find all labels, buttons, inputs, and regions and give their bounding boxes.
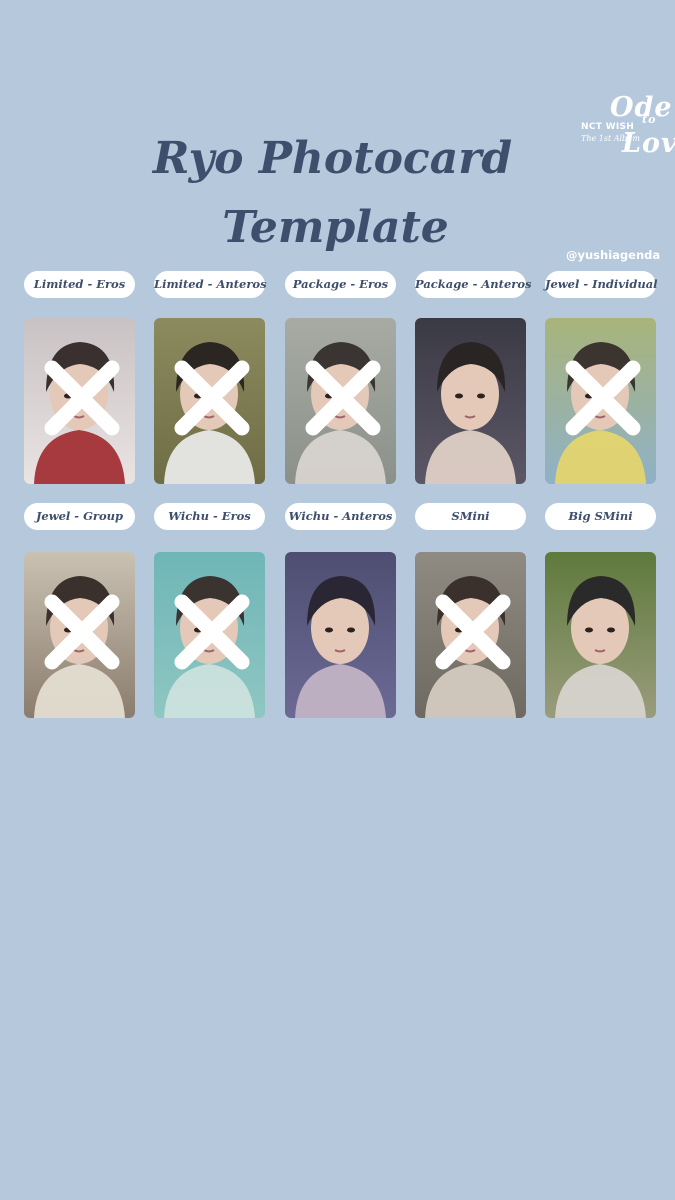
photocard — [545, 552, 656, 718]
cross-mark-icon — [44, 594, 120, 670]
photocard — [415, 552, 526, 718]
card-label: Jewel - Individual — [545, 271, 658, 298]
cross-mark-icon — [565, 360, 641, 436]
photocard — [24, 318, 135, 484]
portrait-photo-icon — [285, 552, 396, 718]
album-logo: Ode to Love NCT WISH The 1st Album — [576, 92, 675, 162]
photocard — [154, 318, 265, 484]
cross-mark-icon — [305, 360, 381, 436]
cross-mark-icon — [44, 360, 120, 436]
card-label: Limited - Anteros — [154, 271, 267, 298]
portrait-photo-icon — [545, 552, 656, 718]
cross-mark-icon — [174, 360, 250, 436]
card-label: Jewel - Group — [24, 503, 135, 530]
title-line-2: Template — [222, 202, 449, 253]
card-label: Wichu - Anteros — [285, 503, 396, 530]
card-label: Package - Eros — [285, 271, 396, 298]
logo-word-to: to — [642, 113, 657, 126]
card-label: Big SMini — [545, 503, 656, 530]
card-label: Limited - Eros — [24, 271, 135, 298]
creator-handle: @yushiagenda — [566, 248, 661, 262]
logo-edition: The 1st Album — [581, 134, 640, 143]
photocard — [415, 318, 526, 484]
photocard — [285, 552, 396, 718]
photocard — [154, 552, 265, 718]
card-label: Package - Anteros — [415, 271, 531, 298]
photocard — [24, 552, 135, 718]
card-label: SMini — [415, 503, 526, 530]
photocard — [285, 318, 396, 484]
portrait-photo-icon — [415, 318, 526, 484]
cross-mark-icon — [174, 594, 250, 670]
card-label: Wichu - Eros — [154, 503, 265, 530]
photocard — [545, 318, 656, 484]
cross-mark-icon — [435, 594, 511, 670]
logo-group-name: NCT WISH — [581, 122, 635, 132]
title-line-1: Ryo Photocard — [152, 133, 513, 184]
